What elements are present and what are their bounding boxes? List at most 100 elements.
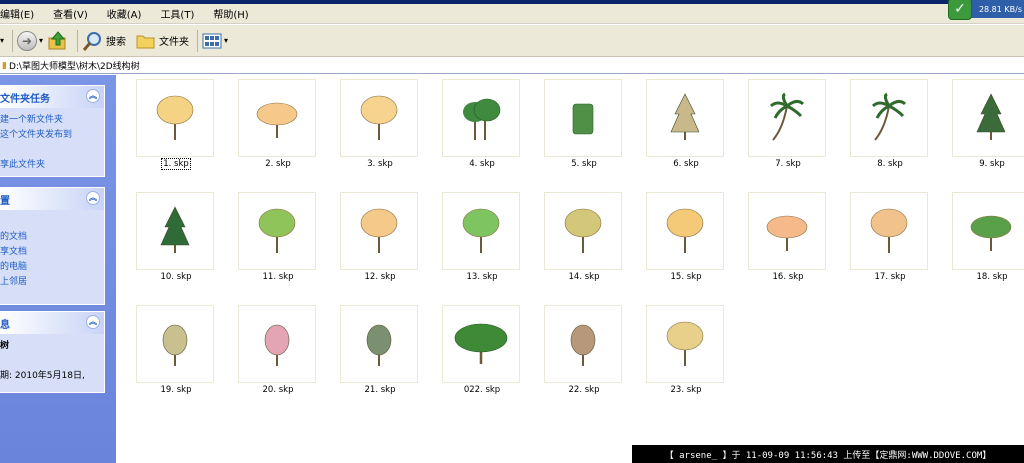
file-name[interactable]: 8. skp	[840, 159, 940, 169]
menu-favorites[interactable]: 收藏(A)	[107, 6, 151, 21]
file-item[interactable]: 6. skp	[636, 75, 738, 175]
file-item[interactable]: 18. skp	[942, 188, 1024, 288]
file-name[interactable]: 19. skp	[126, 385, 226, 395]
tree-thumbnail[interactable]	[238, 79, 316, 157]
back-button[interactable]: ▾	[0, 27, 4, 55]
menu-help[interactable]: 帮助(H)	[213, 6, 257, 21]
tree-thumbnail[interactable]	[850, 79, 928, 157]
file-item[interactable]: 22. skp	[534, 301, 636, 401]
side-panel-link[interactable]: 建一个新文件夹	[0, 112, 104, 127]
file-item[interactable]: 21. skp	[330, 301, 432, 401]
tree-thumbnail[interactable]	[136, 79, 214, 157]
collapse-icon[interactable]: ︽	[86, 89, 100, 103]
file-name[interactable]: 11. skp	[228, 272, 328, 282]
file-item[interactable]: 1. skp	[126, 75, 228, 175]
menu-tools[interactable]: 工具(T)	[160, 6, 203, 21]
tree-thumbnail[interactable]	[238, 305, 316, 383]
file-name[interactable]: 1. skp	[126, 158, 226, 170]
file-item[interactable]: 15. skp	[636, 188, 738, 288]
file-name[interactable]: 21. skp	[330, 385, 430, 395]
file-name[interactable]: 7. skp	[738, 159, 838, 169]
side-panel-header[interactable]: 息 ︽	[0, 312, 104, 334]
tree-thumbnail[interactable]	[952, 192, 1024, 270]
file-name[interactable]: 3. skp	[330, 159, 430, 169]
file-name[interactable]: 16. skp	[738, 272, 838, 282]
file-item[interactable]: 17. skp	[840, 188, 942, 288]
file-name[interactable]: 022. skp	[432, 385, 532, 395]
tree-thumbnail[interactable]	[238, 192, 316, 270]
file-name[interactable]: 4. skp	[432, 159, 532, 169]
tree-thumbnail[interactable]	[340, 192, 418, 270]
side-panel-link[interactable]: 的电脑	[0, 259, 104, 274]
file-item[interactable]: 20. skp	[228, 301, 330, 401]
file-item[interactable]: 8. skp	[840, 75, 942, 175]
tree-thumbnail[interactable]	[442, 79, 520, 157]
address-bar[interactable]: ▮ D:\草图大师模型\树木\2D线构树	[0, 58, 1024, 74]
side-panel-link[interactable]: 这个文件夹发布到	[0, 127, 104, 142]
file-name[interactable]: 6. skp	[636, 159, 736, 169]
side-panel-link[interactable]: 享此文件夹	[0, 157, 104, 172]
menu-view[interactable]: 查看(V)	[53, 6, 97, 21]
speed-meter-icon[interactable]: ✓	[948, 0, 972, 20]
file-name[interactable]: 10. skp	[126, 272, 226, 282]
side-panel-link[interactable]: 的文档	[0, 229, 104, 244]
file-name[interactable]: 12. skp	[330, 272, 430, 282]
tree-thumbnail[interactable]	[544, 79, 622, 157]
file-name[interactable]: 18. skp	[942, 272, 1024, 282]
tree-thumbnail[interactable]	[340, 79, 418, 157]
file-name[interactable]: 17. skp	[840, 272, 940, 282]
tree-thumbnail[interactable]	[748, 192, 826, 270]
search-button[interactable]: 搜索	[82, 27, 126, 55]
file-item[interactable]: 5. skp	[534, 75, 636, 175]
tree-thumbnail[interactable]	[850, 192, 928, 270]
file-item[interactable]: 4. skp	[432, 75, 534, 175]
folders-button[interactable]: 文件夹	[136, 27, 189, 55]
file-item[interactable]: 16. skp	[738, 188, 840, 288]
tree-thumbnail[interactable]	[646, 305, 724, 383]
menu-edit[interactable]: 编辑(E)	[0, 6, 43, 21]
file-item[interactable]: 13. skp	[432, 188, 534, 288]
file-name[interactable]: 20. skp	[228, 385, 328, 395]
tree-thumbnail[interactable]	[442, 192, 520, 270]
side-panel-link[interactable]: 享文档	[0, 244, 104, 259]
file-name[interactable]: 15. skp	[636, 272, 736, 282]
file-name[interactable]: 23. skp	[636, 385, 736, 395]
tree-thumbnail[interactable]	[646, 192, 724, 270]
file-item[interactable]: 9. skp	[942, 75, 1024, 175]
views-button[interactable]: ▾	[202, 27, 228, 55]
side-panel-link[interactable]: 树	[0, 338, 104, 353]
tree-thumbnail[interactable]	[442, 305, 520, 383]
tree-thumbnail[interactable]	[952, 79, 1024, 157]
file-name[interactable]: 5. skp	[534, 159, 634, 169]
collapse-icon[interactable]: ︽	[86, 191, 100, 205]
tree-thumbnail[interactable]	[646, 79, 724, 157]
collapse-icon[interactable]: ︽	[86, 315, 100, 329]
file-item[interactable]: 022. skp	[432, 301, 534, 401]
side-panel-header[interactable]: 文件夹任务 ︽	[0, 86, 104, 108]
file-item[interactable]: 11. skp	[228, 188, 330, 288]
file-name[interactable]: 2. skp	[228, 159, 328, 169]
tree-thumbnail[interactable]	[748, 79, 826, 157]
file-item[interactable]: 19. skp	[126, 301, 228, 401]
file-item[interactable]: 7. skp	[738, 75, 840, 175]
file-item[interactable]: 2. skp	[228, 75, 330, 175]
file-item[interactable]: 14. skp	[534, 188, 636, 288]
up-folder-button[interactable]	[47, 27, 69, 55]
file-item[interactable]: 12. skp	[330, 188, 432, 288]
side-panel-header[interactable]: 置 ︽	[0, 188, 104, 210]
tree-thumbnail[interactable]	[544, 192, 622, 270]
tree-thumbnail[interactable]	[136, 305, 214, 383]
tree-thumbnail[interactable]	[136, 192, 214, 270]
file-name[interactable]: 9. skp	[942, 159, 1024, 169]
file-item[interactable]: 3. skp	[330, 75, 432, 175]
side-panel-link[interactable]: 上邻居	[0, 274, 104, 289]
tree-thumbnail[interactable]	[544, 305, 622, 383]
tree-thumbnail[interactable]	[340, 305, 418, 383]
file-name[interactable]: 13. skp	[432, 272, 532, 282]
file-item[interactable]: 10. skp	[126, 188, 228, 288]
forward-button[interactable]: ➜ ▾	[17, 27, 43, 55]
file-item[interactable]: 23. skp	[636, 301, 738, 401]
file-name[interactable]: 14. skp	[534, 272, 634, 282]
side-panel-link[interactable]: 期: 2010年5月18日,	[0, 368, 104, 383]
file-name[interactable]: 22. skp	[534, 385, 634, 395]
